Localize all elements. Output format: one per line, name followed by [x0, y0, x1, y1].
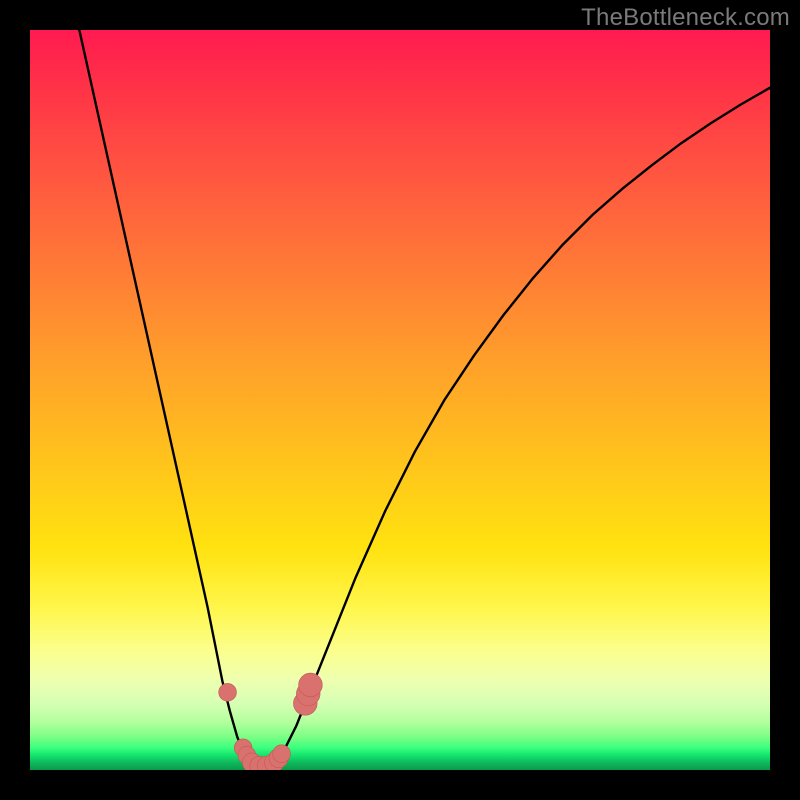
curve-markers [219, 673, 323, 770]
curve-marker [273, 745, 291, 763]
bottleneck-curve [30, 30, 770, 768]
curve-layer [30, 30, 770, 770]
curve-marker [299, 673, 323, 697]
watermark-text: TheBottleneck.com [581, 4, 790, 32]
chart-stage: TheBottleneck.com [0, 0, 800, 800]
plot-area [30, 30, 770, 770]
curve-marker [219, 683, 237, 701]
